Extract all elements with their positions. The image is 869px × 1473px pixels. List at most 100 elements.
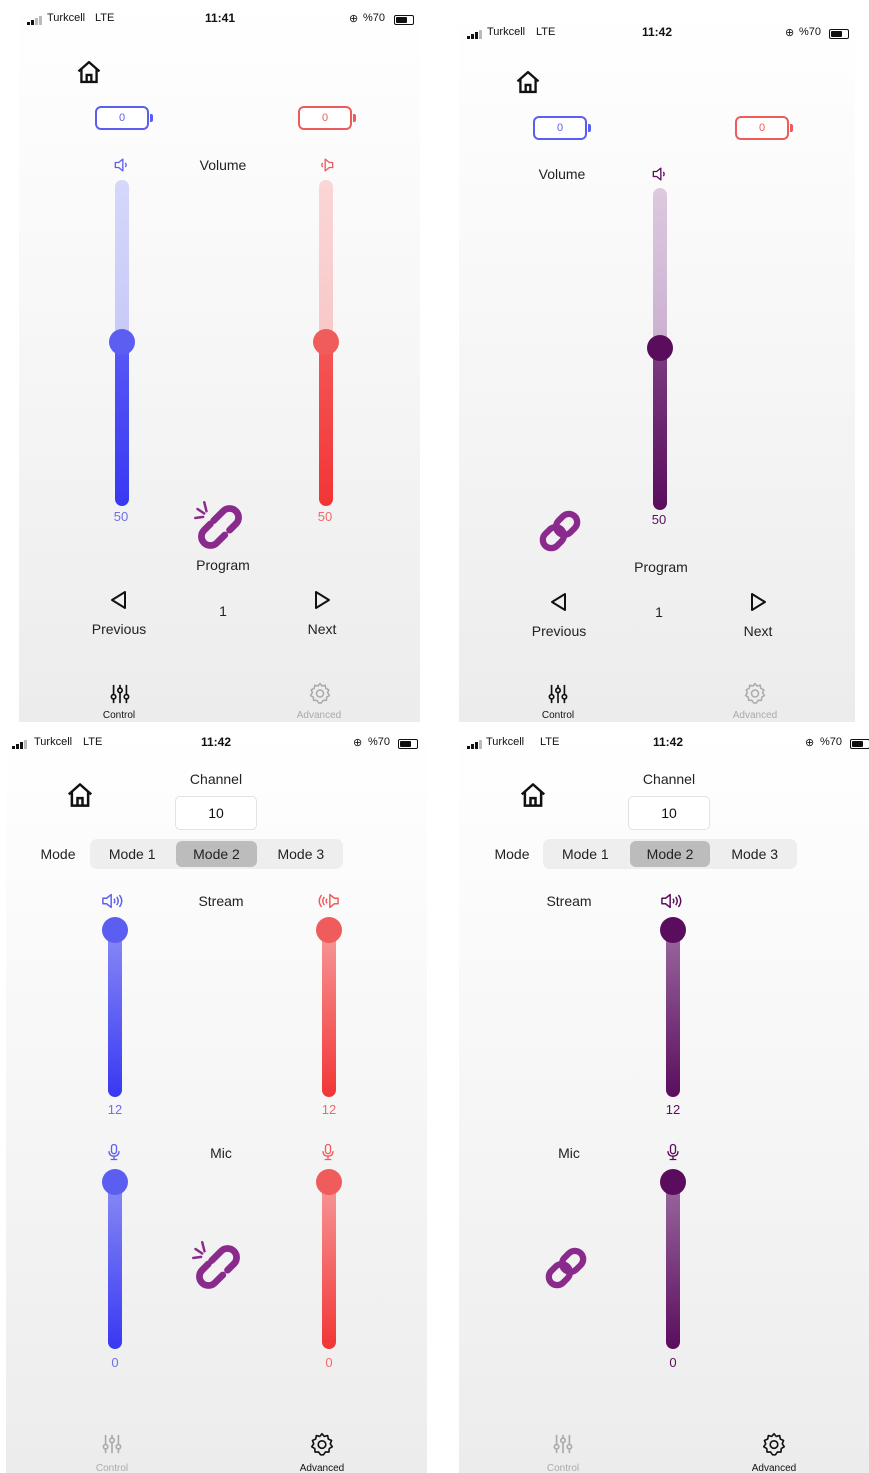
signal-icon: [27, 13, 43, 25]
advanced-tab-icon[interactable]: [743, 681, 767, 705]
battery-left-value: 0: [118, 112, 126, 124]
screen-advanced-linked: Turkcell LTE 11:42 ⊕ %70 Channel 10 Mode…: [459, 727, 869, 1473]
signal-icon: [467, 27, 483, 39]
mic-value: 0: [669, 1355, 677, 1370]
network: LTE: [536, 26, 556, 38]
mode-1-option[interactable]: Mode 1: [92, 841, 172, 867]
channel-input[interactable]: 10: [175, 796, 257, 830]
location-icon: ⊕: [805, 737, 815, 749]
stream-right-track[interactable]: [322, 927, 336, 1097]
battery-badge-left: 0: [533, 116, 591, 140]
mode-label: Mode: [40, 846, 76, 862]
status-bar: Turkcell LTE 11:42 ⊕ %70: [459, 24, 855, 40]
signal-icon: [467, 737, 483, 749]
mic-label: Mic: [558, 1145, 580, 1161]
channel-input[interactable]: 10: [628, 796, 710, 830]
next-label[interactable]: Next: [282, 621, 362, 637]
status-bar: Turkcell LTE 11:42 ⊕ %70: [6, 734, 427, 750]
advanced-tab-label[interactable]: Advanced: [715, 710, 795, 721]
unlink-icon[interactable]: [191, 1240, 245, 1294]
volume-left-knob[interactable]: [109, 329, 135, 355]
mic-right-knob[interactable]: [316, 1169, 342, 1195]
location-icon: ⊕: [785, 27, 795, 39]
control-tab-icon[interactable]: [552, 1433, 574, 1455]
volume-label: Volume: [538, 166, 586, 182]
unlink-icon[interactable]: [193, 500, 247, 554]
speaker-right-icon: [315, 890, 341, 912]
screen-control-unlinked: Turkcell LTE 11:41 ⊕ %70 0 0 Volume 50 5…: [19, 0, 420, 722]
mode-segmented-control[interactable]: Mode 1 Mode 2 Mode 3: [543, 839, 797, 869]
advanced-tab-icon[interactable]: [309, 1431, 335, 1457]
stream-left-track[interactable]: [108, 927, 122, 1097]
home-icon[interactable]: [65, 780, 95, 810]
link-icon[interactable]: [541, 1243, 591, 1293]
battery-icon: [829, 29, 849, 40]
volume-left-value: 50: [113, 509, 129, 524]
advanced-tab-label[interactable]: Advanced: [279, 710, 359, 721]
advanced-tab-label[interactable]: Advanced: [734, 1463, 814, 1473]
previous-label[interactable]: Previous: [519, 623, 599, 639]
home-icon[interactable]: [518, 780, 548, 810]
advanced-tab-label[interactable]: Advanced: [282, 1463, 362, 1473]
channel-label: Channel: [642, 771, 696, 787]
stream-left-knob[interactable]: [102, 917, 128, 943]
battery-percent: %70: [363, 12, 386, 24]
mic-track[interactable]: [666, 1179, 680, 1349]
link-icon[interactable]: [535, 506, 585, 556]
mic-left-value: 0: [111, 1355, 119, 1370]
carrier: Turkcell: [487, 26, 526, 38]
mode-3-option[interactable]: Mode 3: [261, 841, 341, 867]
mic-left-knob[interactable]: [102, 1169, 128, 1195]
mic-left-icon: [104, 1142, 124, 1162]
control-tab-label[interactable]: Control: [523, 1463, 603, 1473]
previous-icon[interactable]: [547, 590, 571, 614]
mode-3-option[interactable]: Mode 3: [714, 841, 795, 867]
home-icon[interactable]: [514, 68, 542, 96]
control-tab-label[interactable]: Control: [518, 710, 598, 721]
speaker-icon: [650, 164, 670, 184]
stream-label: Stream: [198, 893, 244, 909]
battery-badge-left: 0: [95, 106, 153, 130]
next-icon[interactable]: [746, 590, 770, 614]
stream-label: Stream: [546, 893, 592, 909]
mic-left-track[interactable]: [108, 1179, 122, 1349]
volume-knob[interactable]: [647, 335, 673, 361]
stream-track[interactable]: [666, 927, 680, 1097]
previous-label[interactable]: Previous: [79, 621, 159, 637]
next-icon[interactable]: [310, 588, 334, 612]
location-icon: ⊕: [353, 737, 363, 749]
mic-knob[interactable]: [660, 1169, 686, 1195]
network: LTE: [540, 736, 560, 748]
stream-value: 12: [665, 1102, 681, 1117]
advanced-tab-icon[interactable]: [761, 1431, 787, 1457]
program-number: 1: [219, 603, 227, 619]
mode-2-option[interactable]: Mode 2: [176, 841, 257, 867]
clock: 11:42: [642, 25, 673, 39]
control-tab-icon[interactable]: [101, 1433, 123, 1455]
stream-right-knob[interactable]: [316, 917, 342, 943]
mode-2-option[interactable]: Mode 2: [629, 841, 711, 867]
control-tab-icon[interactable]: [109, 683, 131, 705]
mic-right-track[interactable]: [322, 1179, 336, 1349]
mode-segmented-control[interactable]: Mode 1 Mode 2 Mode 3: [90, 839, 343, 869]
next-label[interactable]: Next: [718, 623, 798, 639]
control-tab-icon[interactable]: [547, 683, 569, 705]
screen-advanced-unlinked: Turkcell LTE 11:42 ⊕ %70 Channel 10 Mode…: [6, 727, 427, 1473]
volume-value: 50: [651, 512, 667, 527]
battery-percent: %70: [368, 736, 391, 748]
battery-icon: [398, 739, 418, 750]
home-icon[interactable]: [75, 58, 103, 86]
advanced-tab-icon[interactable]: [308, 681, 332, 705]
volume-right-knob[interactable]: [313, 329, 339, 355]
stream-knob[interactable]: [660, 917, 686, 943]
mic-right-icon: [318, 1142, 338, 1162]
mode-1-option[interactable]: Mode 1: [545, 841, 626, 867]
screen-control-linked: Turkcell LTE 11:42 ⊕ %70 0 0 Volume 50 P…: [459, 10, 855, 722]
previous-icon[interactable]: [107, 588, 131, 612]
status-bar: Turkcell LTE 11:42 ⊕ %70: [459, 734, 869, 750]
battery-percent: %70: [799, 26, 822, 38]
control-tab-label[interactable]: Control: [79, 710, 159, 721]
clock: 11:41: [205, 11, 236, 25]
battery-percent: %70: [820, 736, 843, 748]
control-tab-label[interactable]: Control: [72, 1463, 152, 1473]
